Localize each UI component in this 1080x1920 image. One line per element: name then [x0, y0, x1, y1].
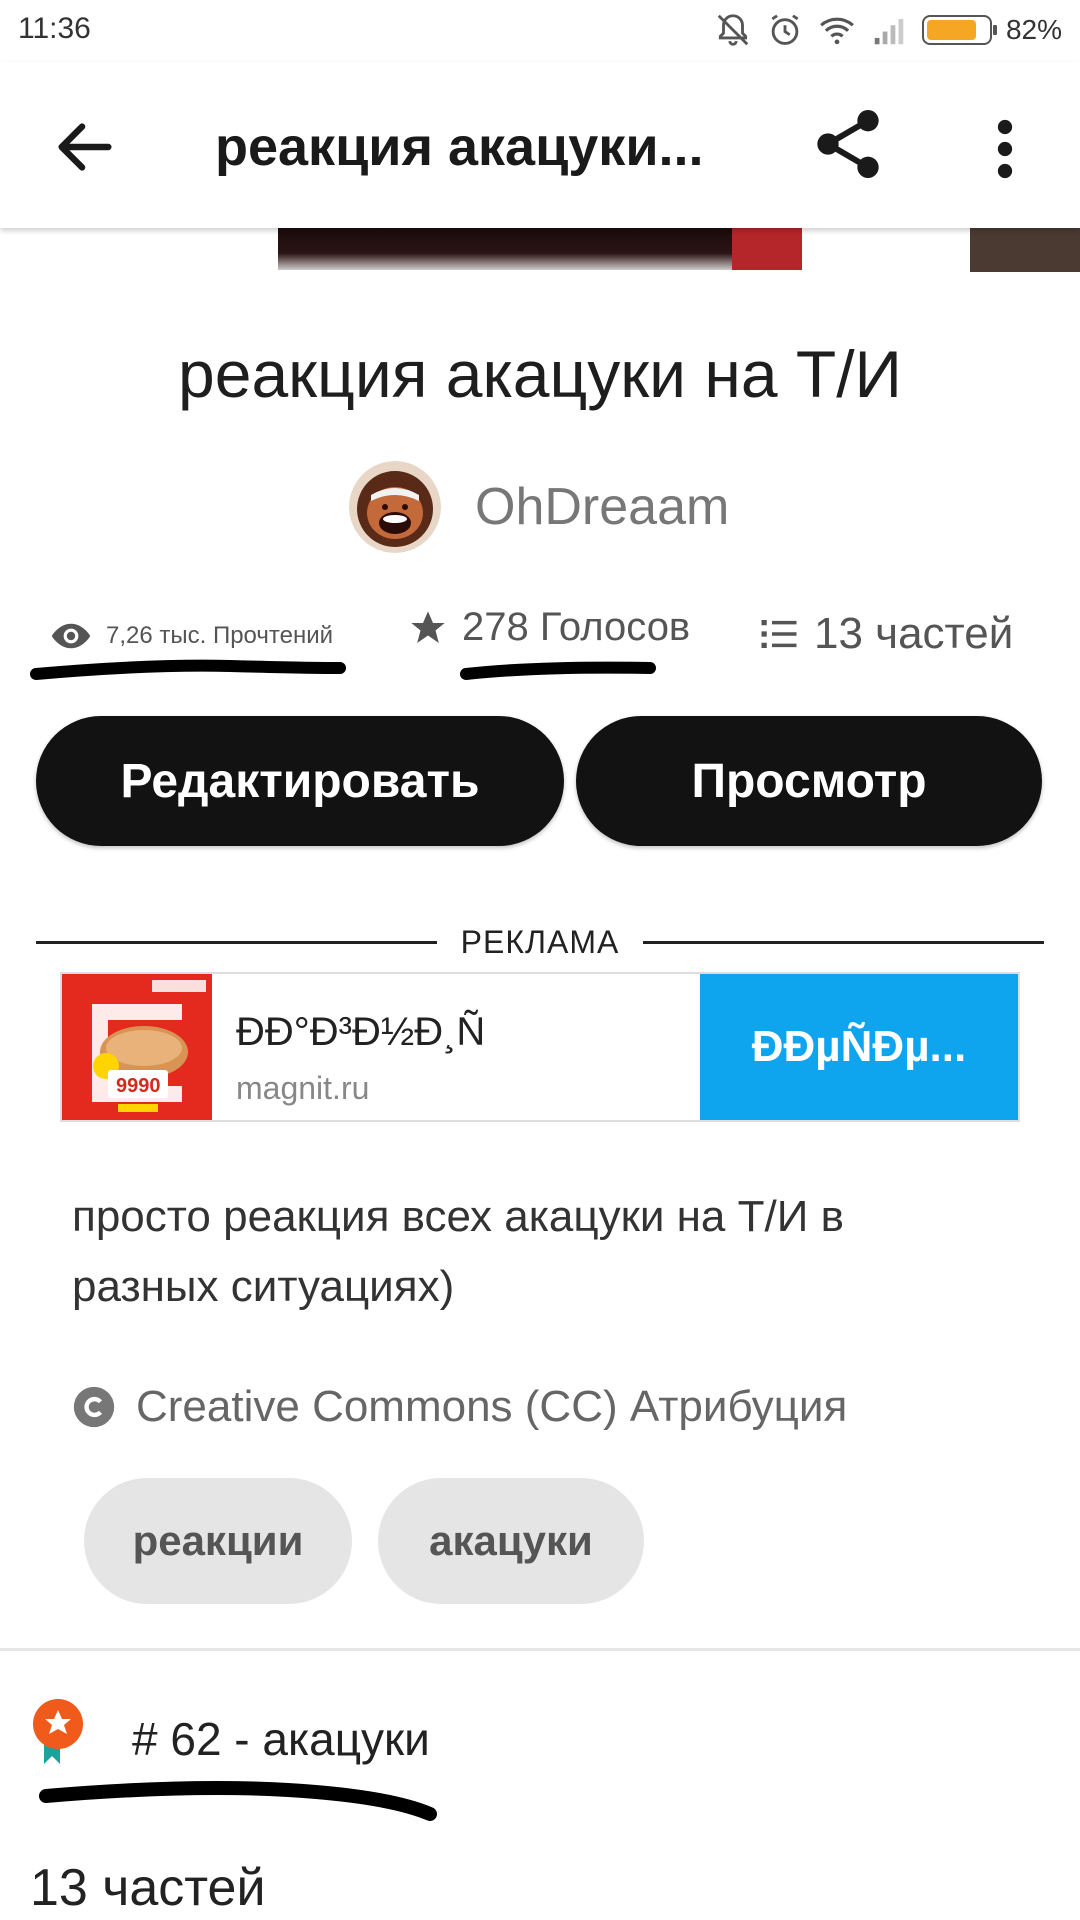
- status-time: 11:36: [18, 12, 91, 45]
- copyright-icon: [73, 1386, 115, 1428]
- tag-chip[interactable]: акацуки: [378, 1478, 644, 1604]
- reads-stat: 7,26 тыс. Прочтений: [50, 615, 333, 657]
- top-app-bar: реакция акацуки...: [0, 62, 1080, 228]
- parts-stat: 13 частей: [758, 609, 1013, 659]
- alarm-icon: [771, 14, 799, 45]
- underline-scribble-rank: [39, 1781, 437, 1821]
- signal-icon: [874, 18, 904, 45]
- ad-header: РЕКЛАМА: [36, 922, 1045, 962]
- license-label[interactable]: Creative Commons (CC) Атрибуция: [136, 1382, 847, 1432]
- story-title: реакция акацуки на Т/И: [178, 337, 902, 411]
- share-icon[interactable]: [808, 104, 888, 184]
- battery-level-fill: [926, 20, 977, 40]
- story-cover-image: [278, 228, 802, 270]
- svg-text:9990: 9990: [116, 1075, 161, 1097]
- section-divider: [0, 1648, 1080, 1651]
- rank-label[interactable]: # 62 - акацуки: [132, 1712, 430, 1766]
- eye-icon: [51, 623, 91, 649]
- battery-icon: [921, 15, 997, 45]
- rank-badge-icon: [33, 1699, 83, 1764]
- back-arrow-icon[interactable]: [50, 112, 120, 182]
- status-icons: 82%: [714, 10, 1062, 50]
- parts-count-stat: 13 частей: [814, 609, 1014, 658]
- ad-label: РЕКЛАМА: [460, 923, 620, 960]
- author-row[interactable]: OhDreaam: [349, 460, 729, 554]
- license[interactable]: Creative Commons (CC) Атрибуция: [72, 1382, 847, 1432]
- story-description: просто реакция всех акацуки на Т/И в раз…: [72, 1192, 844, 1311]
- view-button[interactable]: Просмотр: [576, 716, 1042, 846]
- author-name[interactable]: OhDreaam: [475, 477, 729, 537]
- parts-heading: 13 частей: [30, 1859, 266, 1917]
- battery-percent: 82%: [1005, 14, 1062, 45]
- votes-count: 278 Голосов: [462, 605, 691, 649]
- avatar[interactable]: [349, 461, 441, 553]
- ad-banner[interactable]: 9990 ÐÐ°Ð³Ð½Ð¸Ñ magnit.ru ÐÐµÑÐµ...: [60, 972, 1020, 1122]
- ad-cta-button[interactable]: ÐÐµÑÐµ...: [700, 974, 1018, 1120]
- edit-button[interactable]: Редактировать: [36, 716, 564, 846]
- underline-scribble-votes: [460, 661, 656, 680]
- tag-list: реакции акацуки: [84, 1478, 644, 1604]
- ad-headline[interactable]: ÐÐ°Ð³Ð½Ð¸Ñ: [236, 1010, 485, 1055]
- tag-chip[interactable]: реакции: [84, 1478, 352, 1604]
- status-bar: 11:36 82%: [0, 0, 1080, 62]
- ad-image[interactable]: 9990: [62, 974, 212, 1120]
- star-icon: [411, 610, 445, 643]
- more-options-icon[interactable]: [990, 116, 1020, 182]
- app-bar-title: реакция акацуки...: [215, 117, 704, 177]
- rank-row[interactable]: # 62 - акацуки: [30, 1698, 430, 1768]
- reads-count: 7,26 тыс. Прочтений: [106, 622, 334, 649]
- underline-scribble-reads: [30, 659, 346, 680]
- votes-stat: 278 Голосов: [408, 605, 690, 650]
- mute-bell-icon: [717, 14, 749, 46]
- list-icon: [761, 620, 797, 648]
- cover-side-image: [970, 228, 1080, 272]
- ad-domain[interactable]: magnit.ru: [236, 1070, 369, 1107]
- wifi-icon: [820, 17, 854, 45]
